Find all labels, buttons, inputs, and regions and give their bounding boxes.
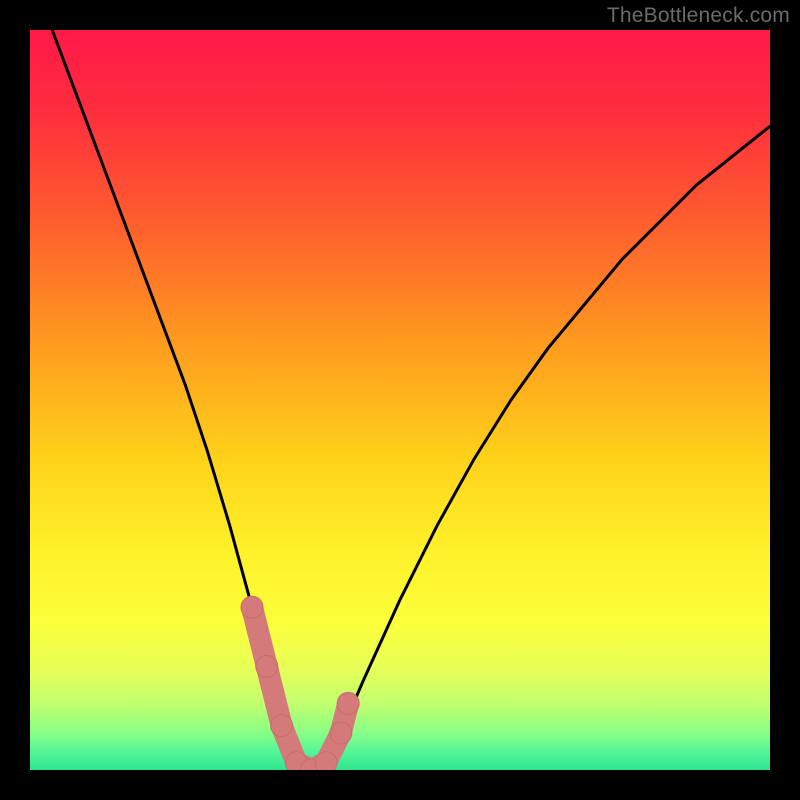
marker-stroke (252, 607, 348, 770)
bottleneck-curve (52, 30, 770, 770)
outer-frame: TheBottleneck.com (0, 0, 800, 800)
marker-dot (256, 655, 278, 677)
watermark-text: TheBottleneck.com (607, 4, 790, 28)
marker-dot (330, 722, 352, 744)
chart-svg (30, 30, 770, 770)
marker-dot (337, 692, 359, 714)
plot-area (30, 30, 770, 770)
marker-dot (315, 752, 337, 770)
marker-group (241, 596, 359, 770)
marker-dot (271, 715, 293, 737)
marker-dot (241, 596, 263, 618)
